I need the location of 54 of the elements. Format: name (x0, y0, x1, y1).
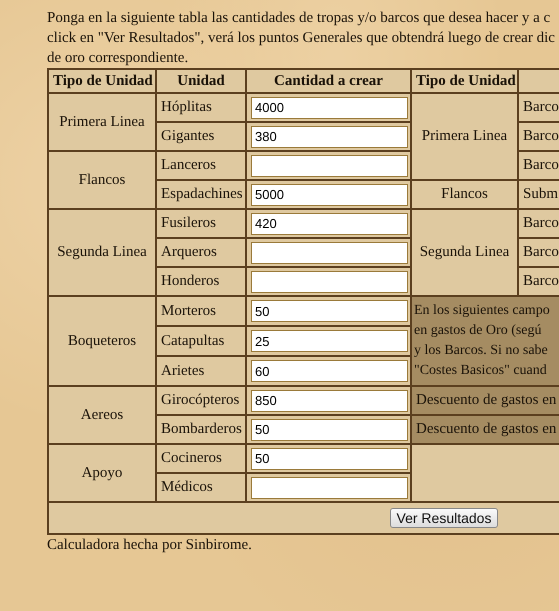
quantity-field[interactable]: 420 (251, 212, 408, 234)
info-text: En los siguientes campo en gastos de Oro (segú y los Barcos. Si no sabe "Costes Basicos" cuand (411, 296, 559, 386)
quantity-field[interactable] (251, 270, 408, 292)
unit-name: Catapultas (161, 332, 224, 348)
unit-name: Bombarderos (161, 421, 242, 437)
column-header: Unidad (177, 72, 225, 88)
unit-name: Subm (523, 186, 558, 202)
quantity-field[interactable]: 5000 (251, 184, 408, 206)
quantity-field[interactable]: 25 (251, 330, 408, 352)
quantity-field[interactable]: 50 (251, 300, 408, 322)
quantity-field[interactable]: 50 (251, 418, 408, 440)
discount-label: Descuento de gastos en (411, 415, 559, 444)
unit-name: Gigantes (161, 128, 214, 144)
unit-type: Flancos (78, 172, 126, 188)
unit-type: Segunda Linea (420, 244, 510, 260)
unit-type: Aereos (80, 406, 124, 422)
results-button[interactable]: Ver Resultados (390, 508, 498, 528)
unit-name: Médicos (161, 479, 213, 495)
unit-type: Primera Linea (59, 114, 145, 130)
unit-name: Lanceros (161, 157, 216, 173)
unit-type: Boqueteros (68, 332, 136, 348)
unit-name: Arietes (161, 362, 204, 378)
quantity-field[interactable] (251, 476, 408, 498)
unit-name: Barco (523, 244, 559, 260)
unit-name: Honderos (161, 273, 220, 289)
unit-name: Espadachines (161, 186, 243, 202)
quantity-field[interactable] (251, 242, 408, 264)
unit-name: Barco (523, 128, 559, 144)
instructions-text: Ponga en la siguiente tabla las cantidades de tropas y/o barcos que desea hacer y a c click en "Ver Resultados", verá los puntos Generales que obtendrá luego de crear dic de oro correspondiente. (47, 9, 556, 68)
unit-name: Hóplitas (161, 99, 212, 115)
unit-name: Barco (523, 215, 559, 231)
column-header: Tipo de Unidad (416, 72, 516, 88)
unit-type: Flancos (441, 186, 488, 202)
quantity-field[interactable]: 50 (251, 448, 408, 470)
quantity-field[interactable]: 4000 (251, 96, 408, 118)
discount-label: Descuento de gastos en (411, 386, 559, 415)
unit-type: Segunda Linea (57, 244, 147, 260)
unit-type: Primera Linea (422, 128, 508, 144)
quantity-field[interactable]: 380 (251, 126, 408, 148)
unit-name: Fusileros (161, 215, 216, 231)
unit-name: Girocópteros (161, 392, 240, 408)
credit-text: Calculadora hecha por Sinbirome. (47, 537, 253, 554)
unit-name: Cocineros (161, 450, 222, 466)
column-header: Tipo de Unidad (53, 72, 153, 88)
unit-name: Morteros (161, 302, 216, 318)
quantity-field[interactable]: 60 (251, 360, 408, 382)
unit-name: Barco (523, 99, 559, 115)
column-header: Cantidad a crear (274, 72, 383, 88)
quantity-field[interactable]: 850 (251, 390, 408, 412)
unit-name: Barco (523, 157, 559, 173)
unit-name: Arqueros (161, 244, 217, 260)
unit-type: Apoyo (82, 464, 122, 480)
unit-name: Barco (523, 273, 559, 289)
quantity-field[interactable] (251, 154, 408, 176)
